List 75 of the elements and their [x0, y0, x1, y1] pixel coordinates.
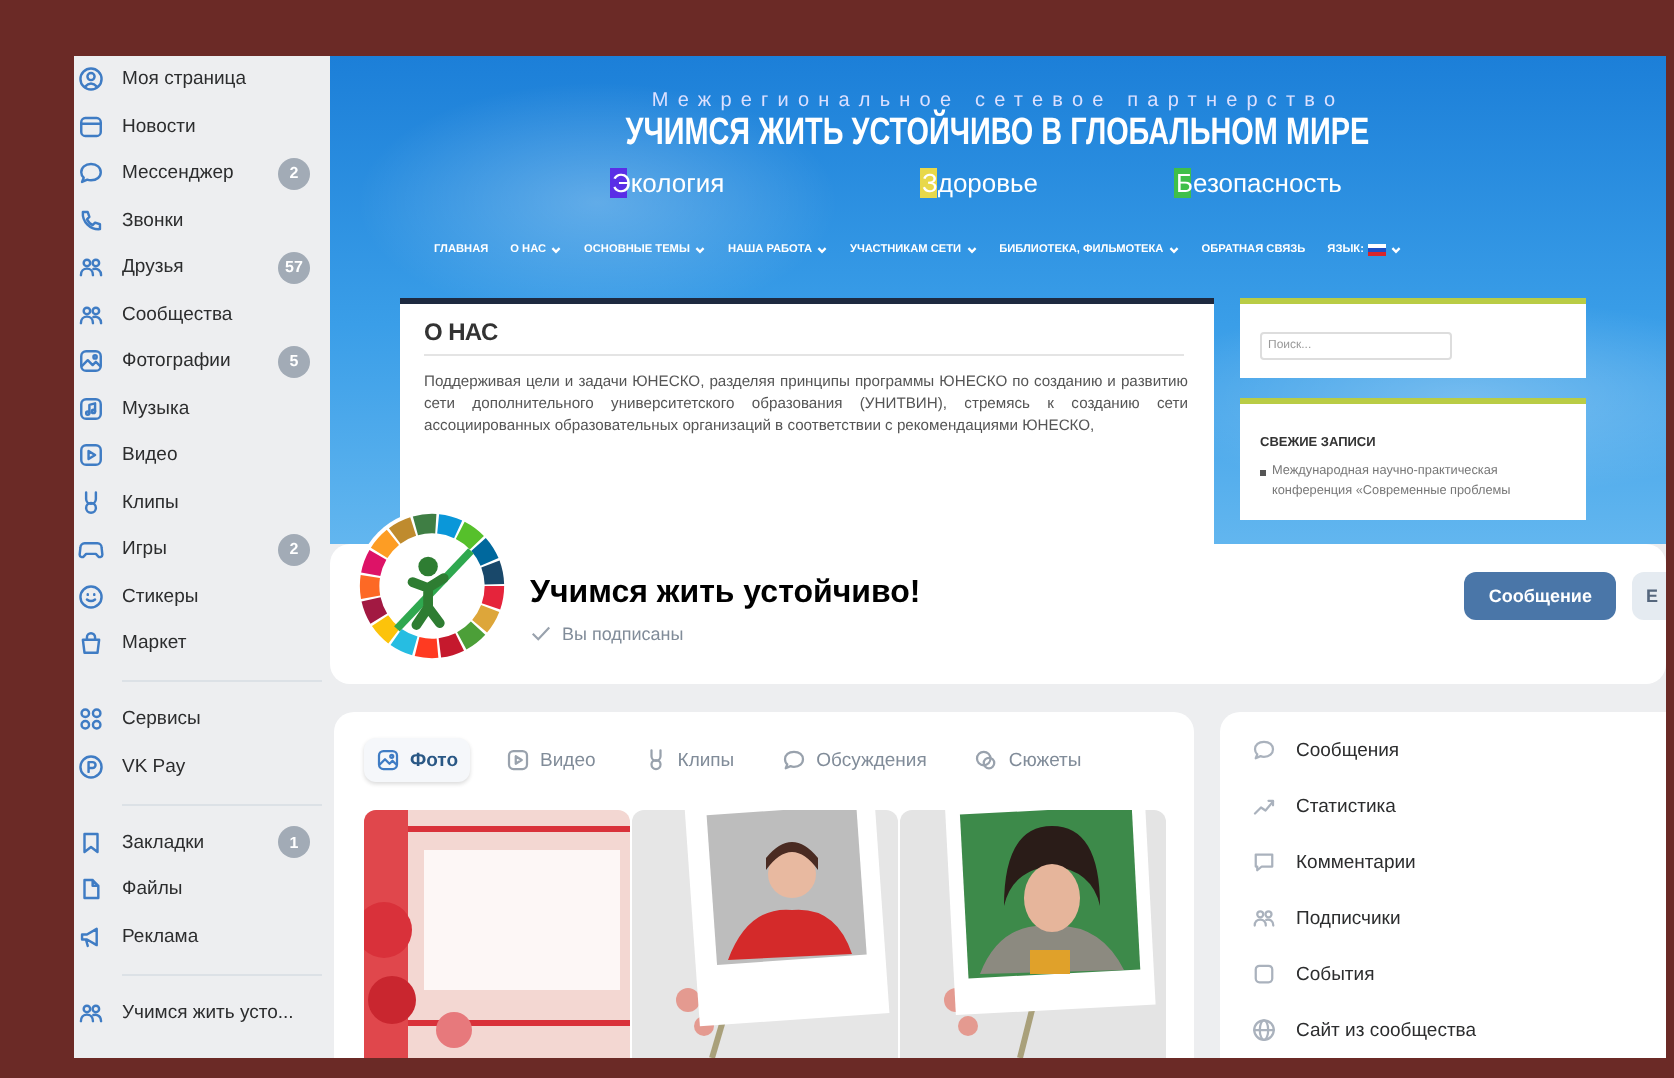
people-icon [1252, 906, 1276, 930]
chevron-down-icon [816, 244, 828, 256]
count-badge: 2 [278, 533, 310, 566]
coin-icon [78, 753, 104, 780]
sidebar-item[interactable]: VK Pay [122, 755, 186, 778]
menu-item[interactable]: Сообщения [1296, 739, 1400, 761]
sidebar-item[interactable]: Файлы [122, 878, 183, 901]
chevron-down-icon [550, 244, 563, 256]
sidebar-item[interactable]: Сервисы [122, 708, 201, 731]
video-play-icon [506, 748, 531, 772]
sidebar-item[interactable]: Игры [122, 538, 167, 561]
image-icon [78, 348, 104, 375]
sidebar-item[interactable]: Фотографии [122, 350, 231, 373]
message-button[interactable]: Сообщение [1464, 572, 1616, 620]
sidebar-item[interactable]: Музыка [122, 397, 190, 420]
sidebar-item[interactable]: Звонки [122, 209, 184, 232]
sidebar-item[interactable]: Клипы [122, 491, 179, 514]
chat-bubble-icon [782, 748, 807, 772]
circles-icon [974, 748, 999, 772]
menu-item[interactable]: Подписчики [1296, 907, 1401, 929]
menu-item[interactable]: События [1296, 963, 1375, 985]
media-tab[interactable]: Фото [364, 738, 471, 782]
check-icon [530, 622, 552, 644]
sidebar-item[interactable]: Моя страница [122, 68, 247, 91]
globe-icon [1252, 1018, 1276, 1042]
square-icon [1252, 962, 1276, 986]
user-icon [78, 66, 104, 93]
menu-item[interactable]: Комментарии [1296, 851, 1416, 873]
video-play-icon [78, 442, 104, 469]
sidebar-item[interactable]: Мессенджер [122, 162, 234, 185]
menu-item[interactable]: Сайт из сообщества [1296, 1019, 1477, 1041]
bullet-icon [1260, 470, 1266, 476]
people-icon [78, 254, 104, 281]
count-badge: 2 [278, 157, 310, 190]
count-badge: 5 [278, 345, 310, 378]
phone-icon [78, 207, 104, 234]
sidebar-item[interactable]: Маркет [122, 632, 187, 655]
grid-icon [78, 706, 104, 733]
chat-bubble-icon [78, 160, 104, 187]
banner-tagline: Межрегиональное сетевое партнерство [649, 90, 1347, 112]
chevron-down-icon [693, 244, 706, 256]
more-button[interactable]: Е [1631, 572, 1666, 620]
sidebar-item[interactable]: Сообщества [122, 303, 233, 326]
newspaper-icon [78, 113, 104, 140]
sidebar-item[interactable]: Реклама [122, 925, 199, 948]
people-icon [78, 301, 104, 328]
flag-icon [1367, 244, 1386, 256]
chevron-down-icon [1389, 244, 1402, 256]
count-badge: 1 [278, 826, 310, 859]
people-icon [78, 999, 104, 1026]
megaphone-icon [78, 923, 104, 950]
sidebar-item[interactable]: Видео [122, 444, 178, 467]
section-heading: О НАС [424, 318, 1184, 356]
chat-bubble-icon [1252, 738, 1276, 762]
subscription-status: Вы подписаны [562, 623, 684, 643]
chart-line-icon [1252, 794, 1276, 818]
file-icon [78, 876, 104, 903]
comment-icon [1252, 850, 1276, 874]
shopping-bag-icon [78, 630, 104, 657]
group-name: Учимся жить устойчиво! [530, 576, 921, 612]
gamepad-icon [78, 536, 104, 563]
chevron-down-icon [965, 244, 978, 256]
sidebar-item[interactable]: Закладки [122, 831, 205, 854]
chevron-down-icon [1167, 244, 1180, 256]
sidebar-item[interactable]: Учимся жить усто... [122, 1001, 294, 1024]
count-badge: 57 [278, 251, 310, 284]
image-icon [376, 748, 400, 772]
sidebar-item[interactable]: Друзья [122, 256, 184, 279]
sidebar-item[interactable]: Новости [122, 115, 196, 138]
menu-item[interactable]: Статистика [1296, 795, 1396, 817]
smiley-icon [78, 583, 104, 610]
music-icon [78, 395, 104, 422]
banner-title: УЧИМСЯ ЖИТЬ УСТОЙЧИВО В ГЛОБАЛЬНОМ МИРЕ [626, 112, 1370, 156]
bookmark-icon [78, 829, 104, 856]
sidebar-item[interactable]: Стикеры [122, 585, 199, 608]
